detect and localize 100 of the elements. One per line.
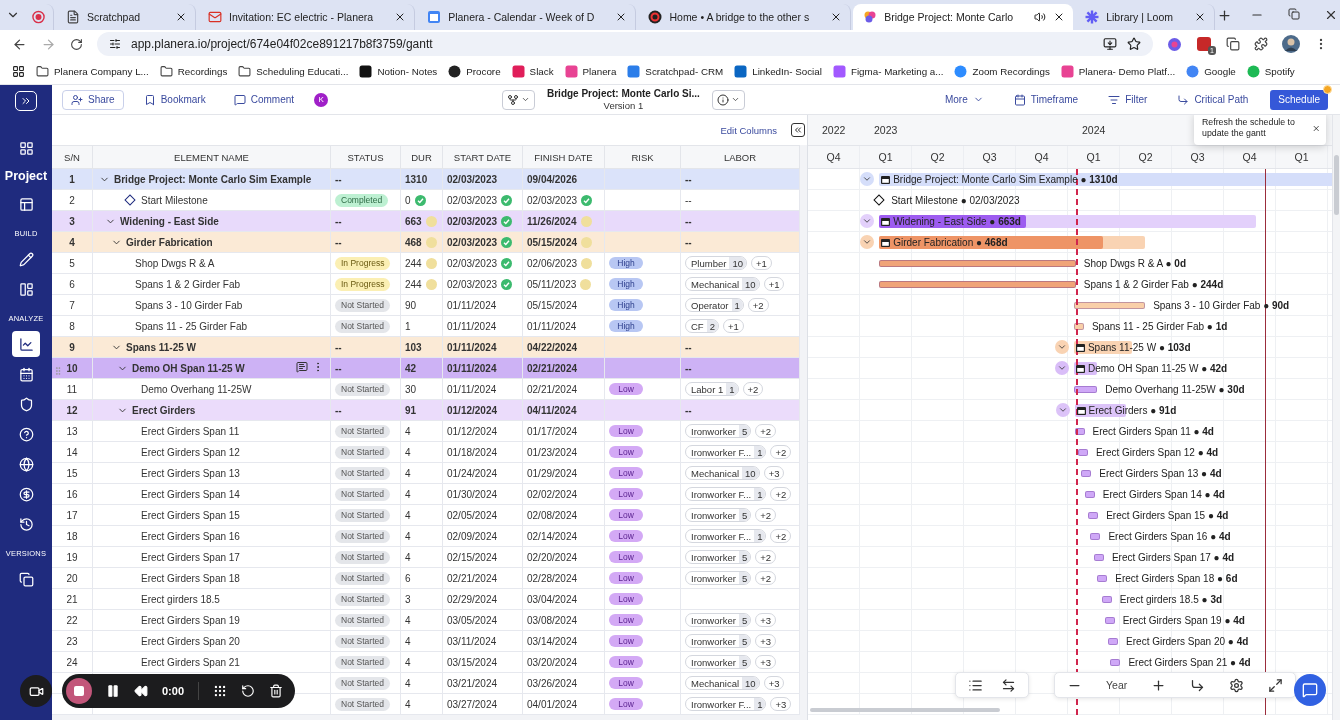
bookmark-item[interactable]: Slack xyxy=(511,64,554,78)
view-select[interactable] xyxy=(502,89,535,110)
puzzle-icon[interactable] xyxy=(1254,37,1268,51)
task-bar[interactable] xyxy=(1073,323,1084,330)
labor-chip[interactable]: Mechanical 10 xyxy=(685,277,760,291)
labor-chip[interactable]: Ironworker F... 1 xyxy=(685,529,767,543)
close-icon[interactable] xyxy=(175,11,187,23)
list-icon[interactable] xyxy=(968,677,983,693)
more-chip[interactable]: +2 xyxy=(755,424,776,438)
info-select[interactable] xyxy=(711,89,745,110)
stop-button[interactable] xyxy=(66,678,92,704)
collapse-button[interactable] xyxy=(791,123,805,137)
more-chip[interactable]: +3 xyxy=(755,655,776,669)
more-chip[interactable]: +2 xyxy=(770,445,792,459)
labor-chip[interactable]: Ironworker 5 xyxy=(685,550,752,564)
toolbar-button[interactable]: Comment xyxy=(225,89,303,110)
zoom-level[interactable]: Year xyxy=(1106,679,1128,691)
copy-icon[interactable] xyxy=(1226,37,1240,51)
vertical-scrollbar[interactable] xyxy=(1332,115,1340,720)
install-icon[interactable] xyxy=(1103,37,1117,51)
task-bar[interactable] xyxy=(1073,302,1146,309)
more-chip[interactable]: +2 xyxy=(742,382,764,396)
bookmark-item[interactable]: Recordings xyxy=(159,64,228,78)
drag-handle-icon[interactable] xyxy=(53,366,63,376)
bookmark-item[interactable]: Spotify xyxy=(1246,64,1295,78)
bookmark-item[interactable]: Planera- Demo Platf... xyxy=(1060,64,1176,78)
extension-icon[interactable] xyxy=(1196,36,1212,52)
more-chip[interactable]: +2 xyxy=(770,487,792,501)
task-bar[interactable] xyxy=(1084,491,1095,498)
task-bar[interactable] xyxy=(1093,554,1104,561)
more-chip[interactable]: +3 xyxy=(755,613,776,627)
bookmark-item[interactable]: Planera Company L... xyxy=(36,64,149,78)
collapse-toggle[interactable] xyxy=(860,172,875,186)
grid-icon[interactable] xyxy=(213,684,228,698)
fullscreen-icon[interactable] xyxy=(1268,677,1284,693)
task-bar[interactable] xyxy=(1104,617,1115,624)
restore-icon[interactable] xyxy=(1288,8,1301,20)
sidebar-button[interactable] xyxy=(12,331,40,357)
collapse-toggle[interactable] xyxy=(1054,340,1069,354)
task-bar[interactable] xyxy=(1110,659,1121,666)
more-chip[interactable]: +2 xyxy=(747,298,769,312)
swap-icon[interactable] xyxy=(1001,677,1016,693)
more-chip[interactable]: +3 xyxy=(763,466,785,480)
more-chip[interactable]: +1 xyxy=(722,319,744,333)
bookmark-item[interactable]: Google xyxy=(1186,64,1236,78)
profile-avatar[interactable] xyxy=(1282,35,1300,53)
bookmark-item[interactable]: Figma- Marketing a... xyxy=(832,64,944,78)
labor-chip[interactable]: Ironworker 5 xyxy=(685,424,752,438)
labor-chip[interactable]: CF 2 xyxy=(685,319,719,333)
summary-bar[interactable]: Bridge Project: Monte Carlo Sim Example ● 1310d xyxy=(879,173,1332,186)
labor-chip[interactable]: Operator 1 xyxy=(685,298,744,312)
back-icon[interactable] xyxy=(12,36,27,52)
table-row[interactable]: 1 Bridge Project: Monte Carlo Sim Example -- 1310 02/03/2023 09/04/2026 -- xyxy=(52,169,800,190)
toolbar-button[interactable]: More xyxy=(936,89,992,110)
rewind-icon[interactable] xyxy=(134,684,148,698)
bookmark-item[interactable]: Scheduling Educati... xyxy=(238,64,349,78)
labor-chip[interactable]: Mechanical 10 xyxy=(685,676,760,690)
more-chip[interactable]: +2 xyxy=(755,550,776,564)
labor-chip[interactable]: Mechanical 10 xyxy=(685,466,760,480)
horizontal-scrollbar[interactable] xyxy=(810,708,1000,712)
bookmark-item[interactable]: LinkedIn- Social xyxy=(734,64,822,78)
toolbar-button[interactable]: Bookmark xyxy=(135,89,214,110)
labor-chip[interactable]: Ironworker F... 1 xyxy=(685,487,767,501)
task-bar[interactable] xyxy=(1074,428,1085,435)
toolbar-button[interactable]: Critical Path xyxy=(1169,89,1257,110)
labor-chip[interactable]: Ironworker 5 xyxy=(685,571,752,585)
bookmark-item[interactable]: Scratchpad- CRM xyxy=(627,64,724,78)
expand-sidebar-button[interactable] xyxy=(15,91,37,111)
table-row[interactable]: 4 Girder Fabrication -- 468 02/03/2023 05/15/2024 -- xyxy=(52,232,800,253)
labor-chip[interactable]: Labor 1 1 xyxy=(685,382,739,396)
table-row[interactable]: 3 Widening - East Side -- 663 02/03/2023 11/26/2024 -- xyxy=(52,211,800,232)
more-chip[interactable]: +2 xyxy=(770,529,792,543)
task-bar[interactable] xyxy=(1090,533,1101,540)
more-chip[interactable]: +2 xyxy=(755,571,776,585)
restart-icon[interactable] xyxy=(241,684,256,698)
collapse-toggle[interactable] xyxy=(1054,361,1069,375)
labor-chip[interactable]: Ironworker 5 xyxy=(685,613,752,627)
edit-columns-link[interactable]: Edit Columns xyxy=(720,124,777,136)
user-avatar[interactable]: K xyxy=(314,92,329,107)
more-chip[interactable]: +1 xyxy=(763,277,785,291)
task-bar[interactable] xyxy=(1081,470,1092,477)
zoom-in-icon[interactable] xyxy=(1151,677,1167,693)
path-icon[interactable] xyxy=(1190,677,1206,693)
labor-chip[interactable]: Ironworker 5 xyxy=(685,655,752,669)
collapse-toggle[interactable] xyxy=(1055,403,1070,417)
task-bar[interactable] xyxy=(1108,638,1119,645)
toolbar-button[interactable]: Timeframe xyxy=(1005,89,1087,110)
labor-chip[interactable]: Ironworker 5 xyxy=(685,508,752,522)
pause-icon[interactable] xyxy=(106,684,120,698)
labor-chip[interactable]: Ironworker 5 xyxy=(685,634,752,648)
table-row[interactable]: 12 Erect Girders -- 91 01/12/2024 04/11/2024 -- xyxy=(52,400,800,421)
bookmark-item[interactable]: Procore xyxy=(448,64,501,78)
task-bar[interactable] xyxy=(1077,449,1088,456)
table-row[interactable]: 9 Spans 11-25 W -- 103 01/11/2024 04/22/2024 -- xyxy=(52,337,800,358)
table-row[interactable]: 10 Demo OH Span 11-25 W -- 42 01/11/2024 02/21/2024 -- xyxy=(52,358,800,379)
collapse-toggle[interactable] xyxy=(860,214,875,228)
task-bar[interactable] xyxy=(1073,386,1098,393)
task-bar[interactable] xyxy=(1101,596,1112,603)
labor-chip[interactable]: Ironworker F... 1 xyxy=(685,697,767,711)
reload-icon[interactable] xyxy=(70,37,83,51)
